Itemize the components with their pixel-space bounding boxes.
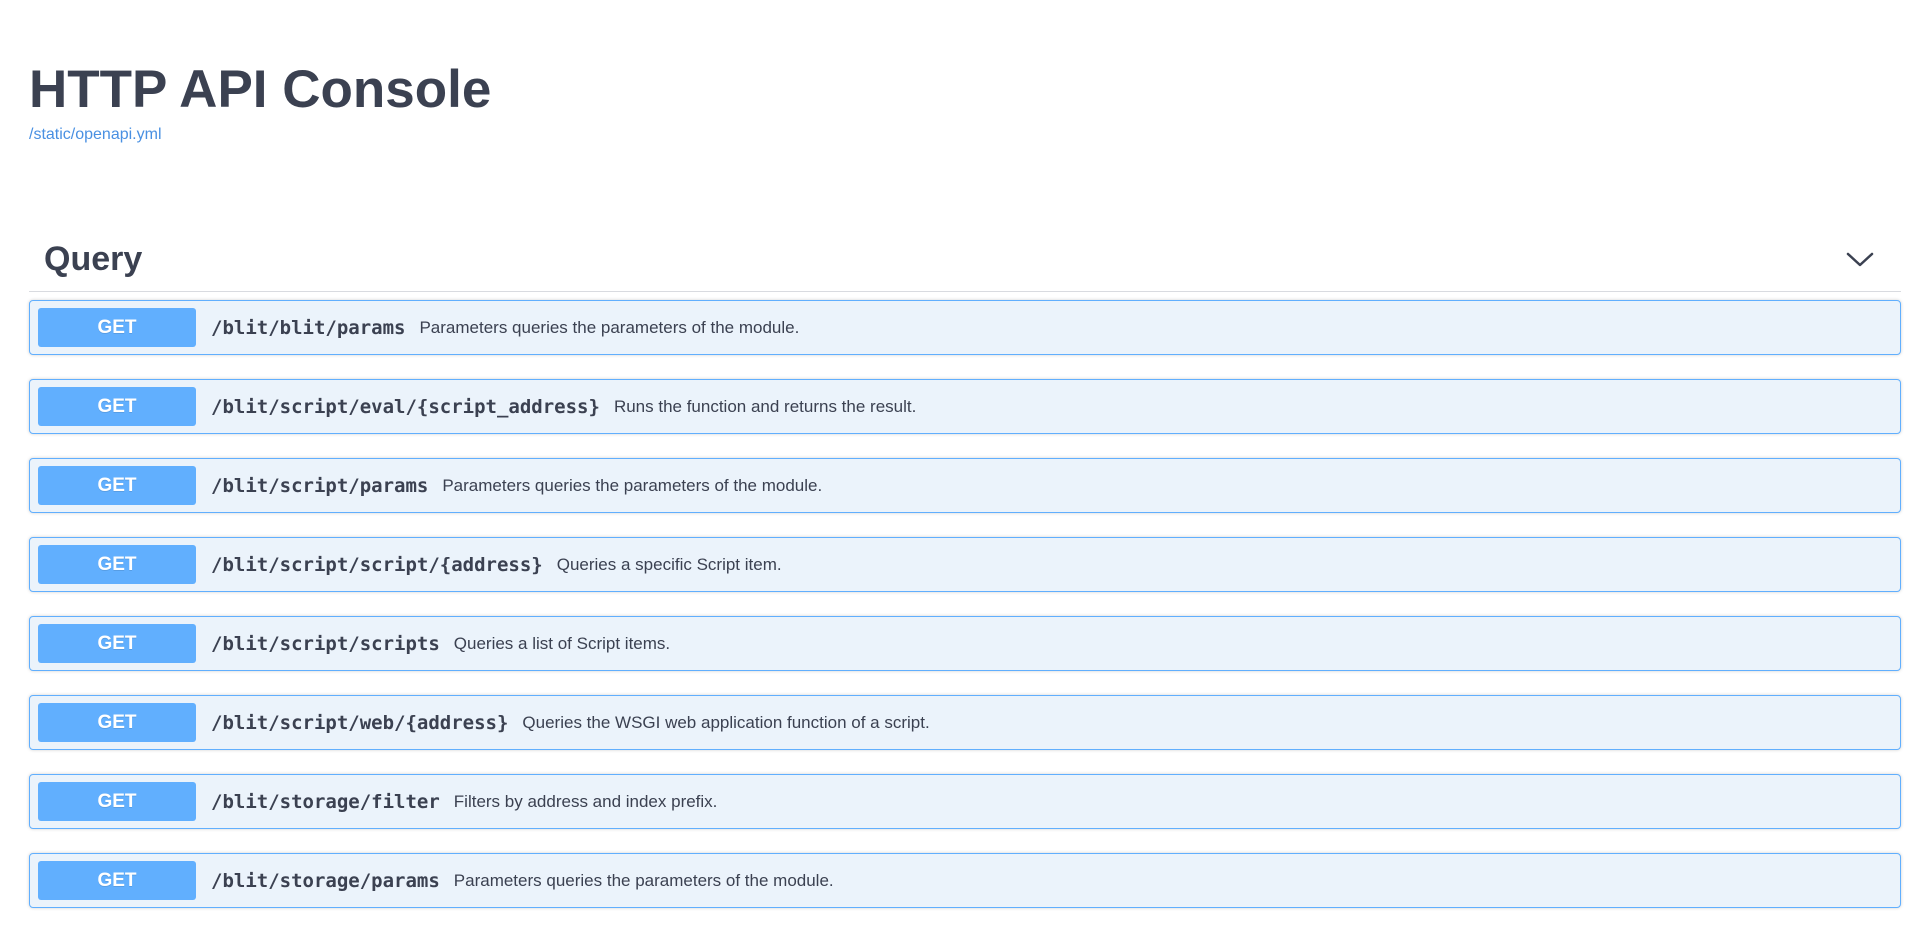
- operation-path: /blit/storage/params: [211, 869, 440, 892]
- method-badge: GET: [38, 782, 196, 821]
- operation-summary: Queries a list of Script items.: [453, 633, 671, 653]
- page-header: HTTP API Console /static/openapi.yml: [29, 58, 491, 144]
- method-badge: GET: [38, 703, 196, 742]
- operation-summary: Runs the function and returns the result…: [613, 396, 917, 416]
- method-badge: GET: [38, 624, 196, 663]
- page-title: HTTP API Console: [29, 60, 492, 119]
- method-badge: GET: [38, 466, 196, 505]
- operation-get-blit-storage-params[interactable]: GET /blit/storage/params Parameters quer…: [29, 853, 1901, 908]
- method-badge: GET: [38, 861, 196, 900]
- section-header-query[interactable]: Query: [29, 228, 1901, 292]
- operation-get-blit-script-scripts[interactable]: GET /blit/script/scripts Queries a list …: [29, 616, 1901, 671]
- operation-summary: Parameters queries the parameters of the…: [453, 870, 834, 890]
- operation-path: /blit/script/script/{address}: [211, 553, 543, 576]
- operation-summary: Queries a specific Script item.: [556, 554, 782, 574]
- query-section: Query GET /blit/blit/params Parameters q…: [29, 228, 1901, 932]
- operation-summary: Filters by address and index prefix.: [453, 791, 718, 811]
- method-badge: GET: [38, 545, 196, 584]
- operation-path: /blit/storage/filter: [211, 790, 440, 813]
- section-title: Query: [44, 240, 143, 278]
- operation-get-blit-script-web[interactable]: GET /blit/script/web/{address} Queries t…: [29, 695, 1901, 750]
- operation-get-blit-script-params[interactable]: GET /blit/script/params Parameters queri…: [29, 458, 1901, 513]
- operations-list: GET /blit/blit/params Parameters queries…: [29, 300, 1901, 908]
- operation-path: /blit/script/web/{address}: [211, 711, 509, 734]
- method-badge: GET: [38, 308, 196, 347]
- chevron-down-icon[interactable]: [1845, 248, 1875, 272]
- operation-summary: Parameters queries the parameters of the…: [442, 475, 823, 495]
- operation-path: /blit/script/eval/{script_address}: [211, 395, 600, 418]
- operation-summary: Parameters queries the parameters of the…: [419, 317, 800, 337]
- operation-get-blit-storage-filter[interactable]: GET /blit/storage/filter Filters by addr…: [29, 774, 1901, 829]
- operation-get-blit-blit-params[interactable]: GET /blit/blit/params Parameters queries…: [29, 300, 1901, 355]
- operation-path: /blit/script/params: [211, 474, 429, 497]
- operation-summary: Queries the WSGI web application functio…: [522, 712, 930, 732]
- operation-path: /blit/script/scripts: [211, 632, 440, 655]
- spec-url-link[interactable]: /static/openapi.yml: [29, 126, 162, 144]
- method-badge: GET: [38, 387, 196, 426]
- operation-get-blit-script-eval[interactable]: GET /blit/script/eval/{script_address} R…: [29, 379, 1901, 434]
- operation-path: /blit/blit/params: [211, 316, 406, 339]
- operation-get-blit-script-script[interactable]: GET /blit/script/script/{address} Querie…: [29, 537, 1901, 592]
